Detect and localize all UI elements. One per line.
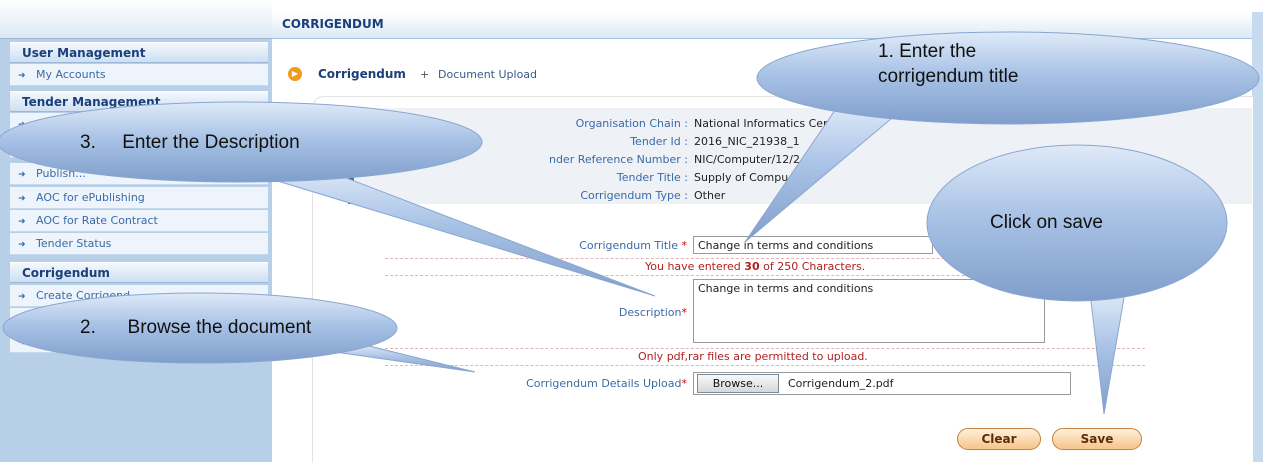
- corrigendum-type-value: Other: [694, 189, 726, 202]
- sidebar-item-label: AOC for ePublishing: [36, 191, 145, 204]
- sidebar-item-label: C: [36, 117, 44, 130]
- upload-label: Corrigendum Details Upload*: [526, 377, 687, 390]
- arrow-icon: ➜: [18, 240, 26, 250]
- page-title: CORRIGENDUM: [282, 17, 384, 31]
- clear-button[interactable]: Clear: [957, 428, 1041, 450]
- organisation-value: National Informatics Cen: [694, 117, 831, 130]
- upload-message: Only pdf,rar files are permitted to uplo…: [638, 350, 868, 363]
- tender-id-value: 2016_NIC_21938_1: [694, 135, 800, 148]
- required-mark: *: [681, 239, 688, 252]
- sidebar-group-user-management: User Management: [10, 42, 268, 63]
- tender-title-value: Supply of Compu: [694, 171, 789, 184]
- arrow-icon: ➜: [18, 120, 26, 130]
- sidebar-item-aoc-epublishing[interactable]: ➜ AOC for ePublishing: [10, 187, 268, 209]
- corrigendum-title-input[interactable]: Change in terms and conditions: [693, 236, 933, 254]
- arrow-icon: ➜: [18, 338, 26, 348]
- file-name: Corrigendum_2.pdf: [788, 377, 894, 390]
- char-count-message: You have entered 30 of 250 Characters.: [645, 260, 866, 273]
- arrow-circle-icon: ▶: [288, 67, 302, 81]
- sidebar-item-label: My Accounts: [36, 68, 106, 81]
- sidebar-item-label: Create Corrigend...: [36, 289, 141, 302]
- sidebar-group-corrigendum: Corrigendum: [10, 262, 268, 283]
- corrigendum-title-label: Corrigendum Title *: [579, 239, 688, 252]
- header-bar: [272, 12, 1263, 39]
- arrow-icon: ➜: [18, 71, 26, 81]
- description-label: Description*: [618, 306, 687, 319]
- sidebar-item-my-accounts[interactable]: ➜ My Accounts: [10, 64, 268, 86]
- sidebar-item-label: AOC for Rate Contract: [36, 214, 158, 227]
- callout-browse-text: 2. Browse the document: [80, 317, 312, 338]
- char-count: 30: [744, 260, 760, 273]
- callout-title-line1: 1. Enter the: [878, 41, 977, 62]
- callout-description-text: 3. Enter the Description: [80, 132, 300, 153]
- breadcrumb-page: Document Upload: [438, 68, 538, 81]
- reference-value: NIC/Computer/12/2: [694, 153, 800, 166]
- right-border: [1252, 12, 1263, 462]
- tender-title-label: Tender Title :: [616, 171, 688, 184]
- description-textarea[interactable]: Change in terms and conditions: [693, 279, 1045, 343]
- arrow-icon: ➜: [18, 143, 26, 153]
- arrow-icon: ➜: [18, 217, 26, 227]
- sidebar-top: [0, 0, 272, 39]
- save-button[interactable]: Save: [1052, 428, 1142, 450]
- sidebar-item-create-corrigendum[interactable]: ➜ Create Corrigend...: [10, 285, 268, 307]
- arrow-icon: ➜: [18, 170, 26, 180]
- sidebar-item-aoc-rate-contract[interactable]: ➜ AOC for Rate Contract: [10, 210, 268, 232]
- callout-save-text: Click on save: [990, 212, 1103, 233]
- reference-label: nder Reference Number :: [548, 153, 688, 166]
- arrow-icon: ➜: [18, 292, 26, 302]
- browse-button[interactable]: Browse...: [697, 374, 779, 393]
- corrigendum-type-label: Corrigendum Type :: [580, 189, 688, 202]
- breadcrumb-separator: +: [420, 68, 430, 81]
- sidebar-group-tender-management: Tender Management: [10, 91, 268, 112]
- sidebar-item-tender-status[interactable]: ➜ Tender Status: [10, 233, 268, 255]
- sidebar-item-publish[interactable]: ➜ Publish...: [10, 163, 268, 185]
- breadcrumb-current[interactable]: Corrigendum: [318, 67, 406, 81]
- arrow-icon: ➜: [18, 194, 26, 204]
- organisation-label: Organisation Chain :: [575, 117, 688, 130]
- arrow-icon: ➜: [18, 315, 26, 325]
- tender-id-label: Tender Id :: [630, 135, 688, 148]
- sidebar-item-label: Publish...: [36, 167, 86, 180]
- sidebar-item-label: Tender Status: [36, 237, 112, 250]
- callout-title-line2: corrigendum title: [878, 66, 1019, 87]
- tender-info-accent: [348, 108, 354, 204]
